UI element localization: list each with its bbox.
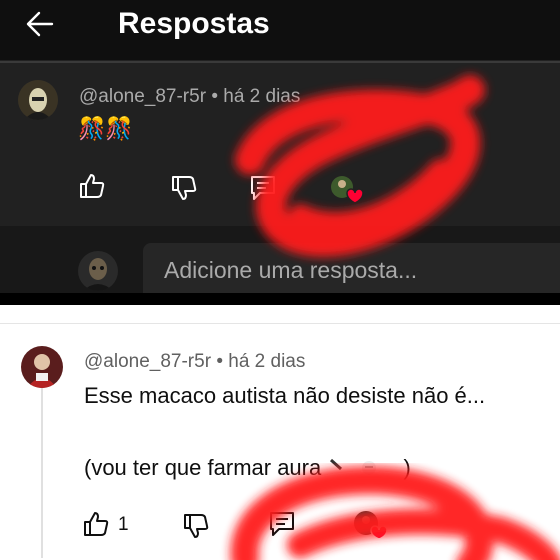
reply-icon[interactable] [249,174,277,202]
creator-heart-icon [331,176,364,204]
comment-text: 🎊🎊 [78,116,133,141]
closing-paren: ) [403,455,411,480]
avatar[interactable] [21,346,63,388]
comment-meta: @alone_87-r5r • há 2 dias [79,86,300,108]
emoji-icon [330,458,377,475]
reply-icon[interactable] [268,510,296,538]
thumbs-up-icon[interactable] [82,510,110,538]
avatar-image [78,251,118,291]
avatar-image [18,80,58,120]
comment-text-part: (vou ter que farmar aura [84,455,322,480]
comment-author[interactable]: @alone_87-r5r [84,351,211,372]
comment-time: há 2 dias [223,86,301,107]
comment-author[interactable]: @alone_87-r5r [79,86,206,107]
comment-text-line: Esse macaco autista não desiste não é... [84,383,486,408]
creator-heart-icon [354,511,388,540]
thumbs-down-icon[interactable] [182,512,210,540]
comment-time: há 2 dias [228,351,306,372]
meta-separator: • [211,86,218,107]
comment-text-line: (vou ter que farmar aura ) [84,455,411,481]
top-app-bar: Respostas [0,0,560,60]
avatar-image [21,346,63,388]
thumbs-down-icon[interactable] [170,174,198,202]
avatar [78,251,118,291]
page-title: Respostas [118,7,270,40]
reply-input-placeholder: Adicione uma resposta... [164,257,418,283]
light-divider [0,323,560,324]
avatar[interactable] [18,80,58,120]
header-divider [0,61,560,63]
thread-line [41,388,43,558]
comment-meta: @alone_87-r5r • há 2 dias [84,351,305,373]
arrow-left-icon[interactable] [22,6,58,42]
like-count: 1 [118,514,129,535]
screenshot-separator [0,293,560,305]
thumbs-up-icon[interactable] [78,172,106,200]
meta-separator: • [216,351,223,372]
